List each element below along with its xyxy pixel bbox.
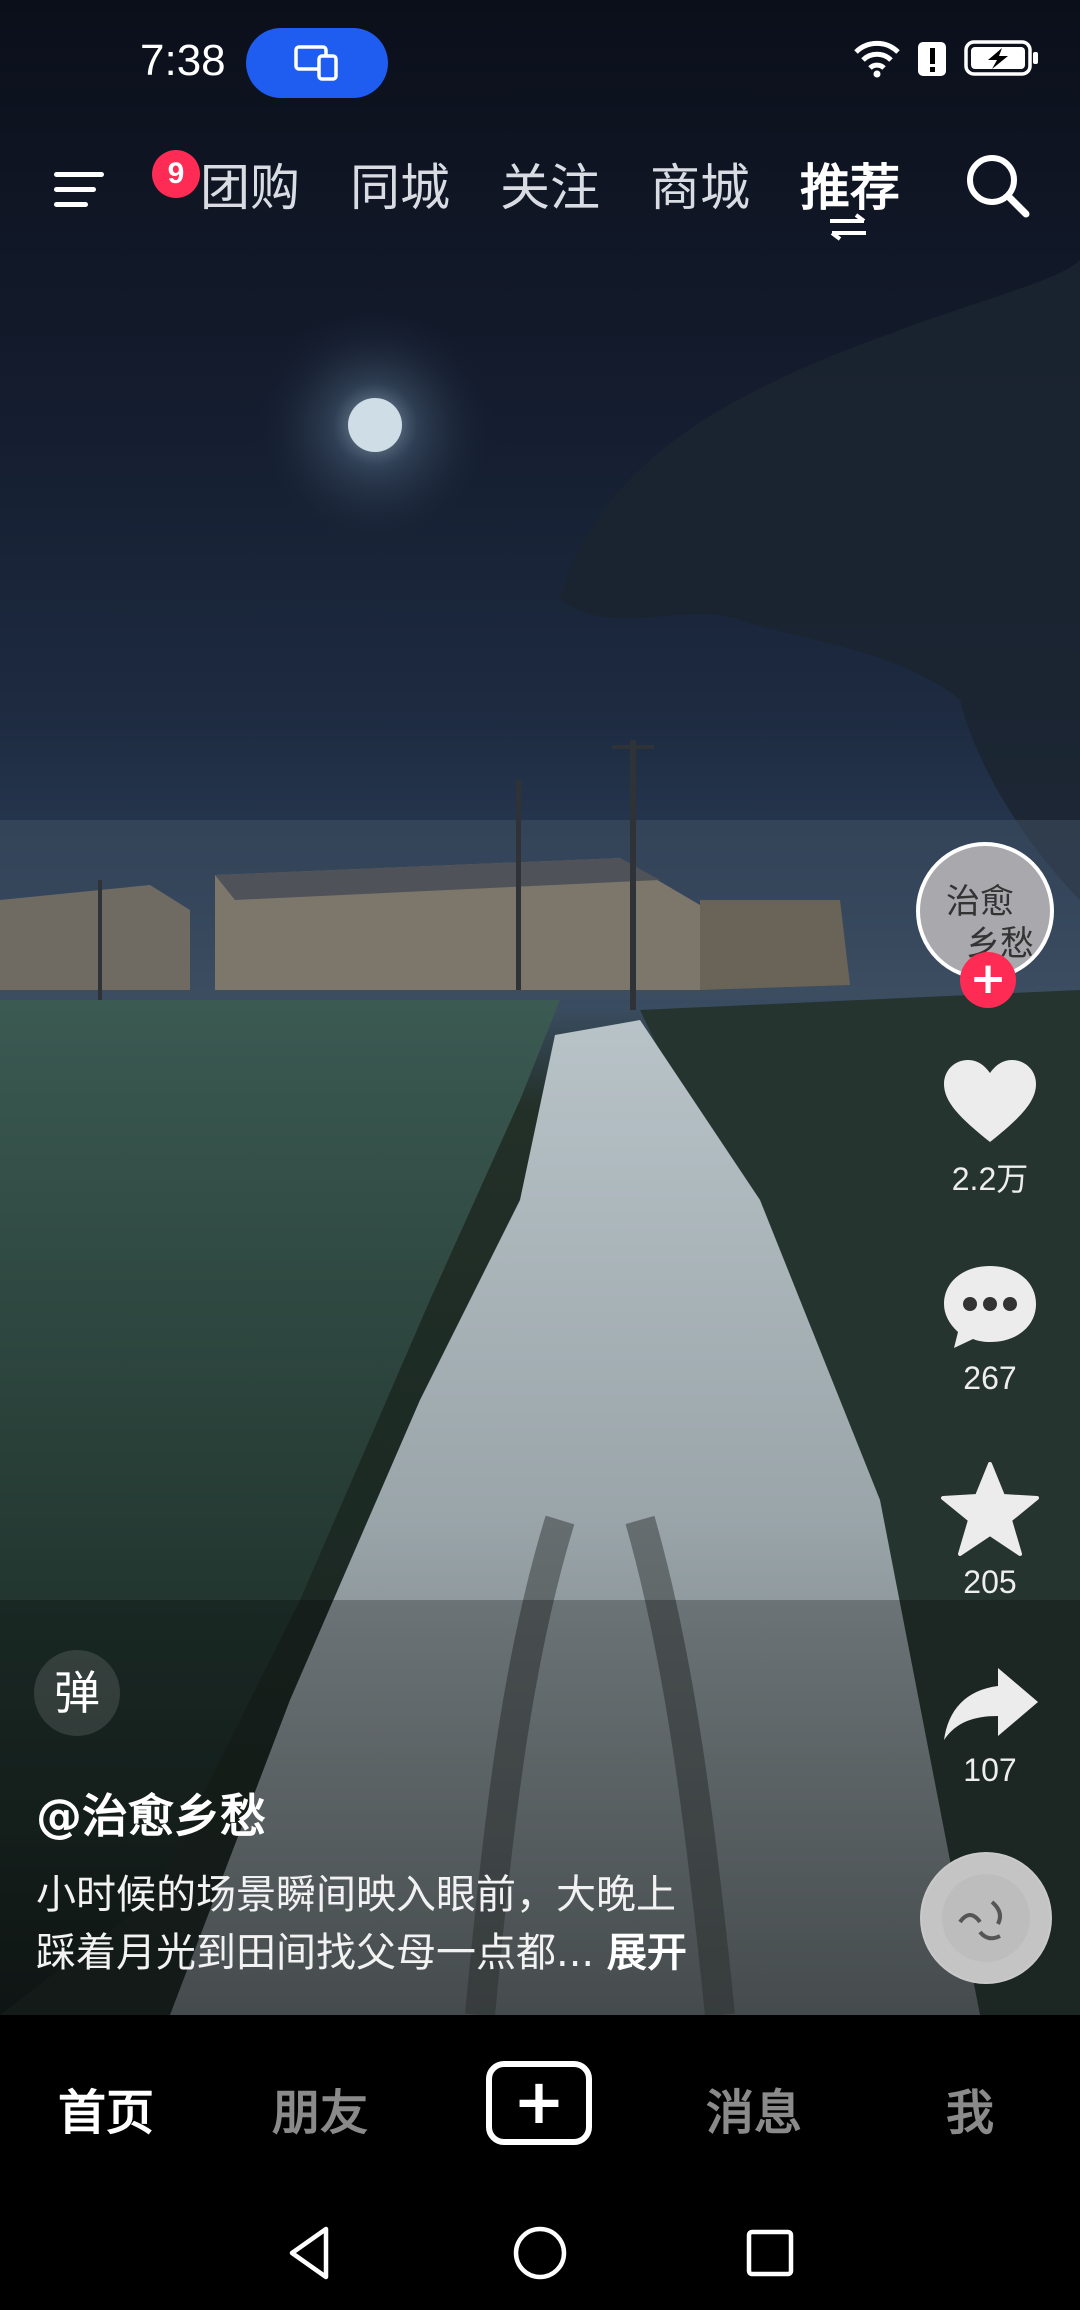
- menu-button[interactable]: 9: [52, 150, 200, 218]
- wifi-icon: [854, 40, 900, 78]
- search-icon: [967, 155, 1030, 218]
- status-time: 7:38: [140, 36, 226, 85]
- danmu-toggle[interactable]: 弹: [34, 1650, 120, 1736]
- switch-arrows-icon[interactable]: [826, 212, 870, 242]
- screen-cast-icon: [294, 45, 338, 81]
- system-icons: [852, 38, 1040, 78]
- menu-icon: [54, 172, 104, 207]
- heart-icon: [944, 1060, 1036, 1142]
- music-disc-icon: [922, 1854, 1050, 1982]
- tab-messages[interactable]: 消息: [706, 2073, 802, 2143]
- star-icon: [941, 1462, 1039, 1556]
- night-field-scene: [0, 260, 1080, 2015]
- video-description[interactable]: 小时候的场景瞬间映入眼前，大晚上 踩着月光到田间找父母一点都... 展开: [36, 1866, 796, 1982]
- video-background[interactable]: [0, 0, 1080, 2015]
- expand-link[interactable]: 展开: [607, 1930, 687, 1976]
- screen-cast-pill[interactable]: [246, 28, 388, 98]
- search-button[interactable]: [962, 150, 1032, 220]
- system-nav-bar: [0, 2195, 1080, 2310]
- tab-home[interactable]: 首页: [58, 2073, 154, 2143]
- description-line-1: 小时候的场景瞬间映入眼前，大晚上: [36, 1872, 676, 1918]
- tab-friends[interactable]: 朋友: [272, 2073, 368, 2143]
- favorite-count: 205: [963, 1564, 1017, 1600]
- comment-icon: [944, 1266, 1036, 1348]
- author-name[interactable]: @治愈乡愁: [36, 1780, 266, 1846]
- follow-button[interactable]: +: [960, 952, 1016, 1008]
- favorite-button[interactable]: 205: [920, 1462, 1060, 1601]
- battery-charging-icon: [964, 40, 1038, 76]
- comment-button[interactable]: 267: [920, 1262, 1060, 1397]
- notification-badge: 9: [152, 150, 200, 198]
- share-count: 107: [963, 1752, 1017, 1788]
- tab-group-buy[interactable]: 团购: [200, 148, 300, 220]
- back-icon[interactable]: [282, 2223, 342, 2283]
- comment-count: 267: [963, 1360, 1017, 1396]
- home-icon[interactable]: [510, 2223, 570, 2283]
- plus-icon: +: [513, 2065, 565, 2138]
- create-button[interactable]: +: [486, 2061, 592, 2145]
- tab-me[interactable]: 我: [946, 2073, 994, 2143]
- bottom-tab-bar: 首页 朋友 + 消息 我: [0, 2015, 1080, 2195]
- recents-icon[interactable]: [740, 2223, 800, 2283]
- share-arrow-icon: [944, 1668, 1038, 1740]
- music-disc[interactable]: [920, 1852, 1052, 1984]
- like-count: 2.2万: [951, 1161, 1029, 1197]
- top-nav: 9 团购 同城 关注 商城 推荐: [0, 140, 1080, 242]
- share-button[interactable]: 107: [920, 1664, 1060, 1789]
- description-line-2: 踩着月光到田间找父母一点都...: [36, 1930, 595, 1976]
- tab-mall[interactable]: 商城: [650, 148, 750, 220]
- tab-local[interactable]: 同城: [350, 148, 450, 220]
- tab-recommended[interactable]: 推荐: [800, 148, 900, 220]
- status-bar: 7:38: [0, 0, 1080, 120]
- alert-icon: [918, 42, 946, 76]
- like-button[interactable]: 2.2万: [920, 1056, 1060, 1200]
- tab-following[interactable]: 关注: [500, 148, 600, 220]
